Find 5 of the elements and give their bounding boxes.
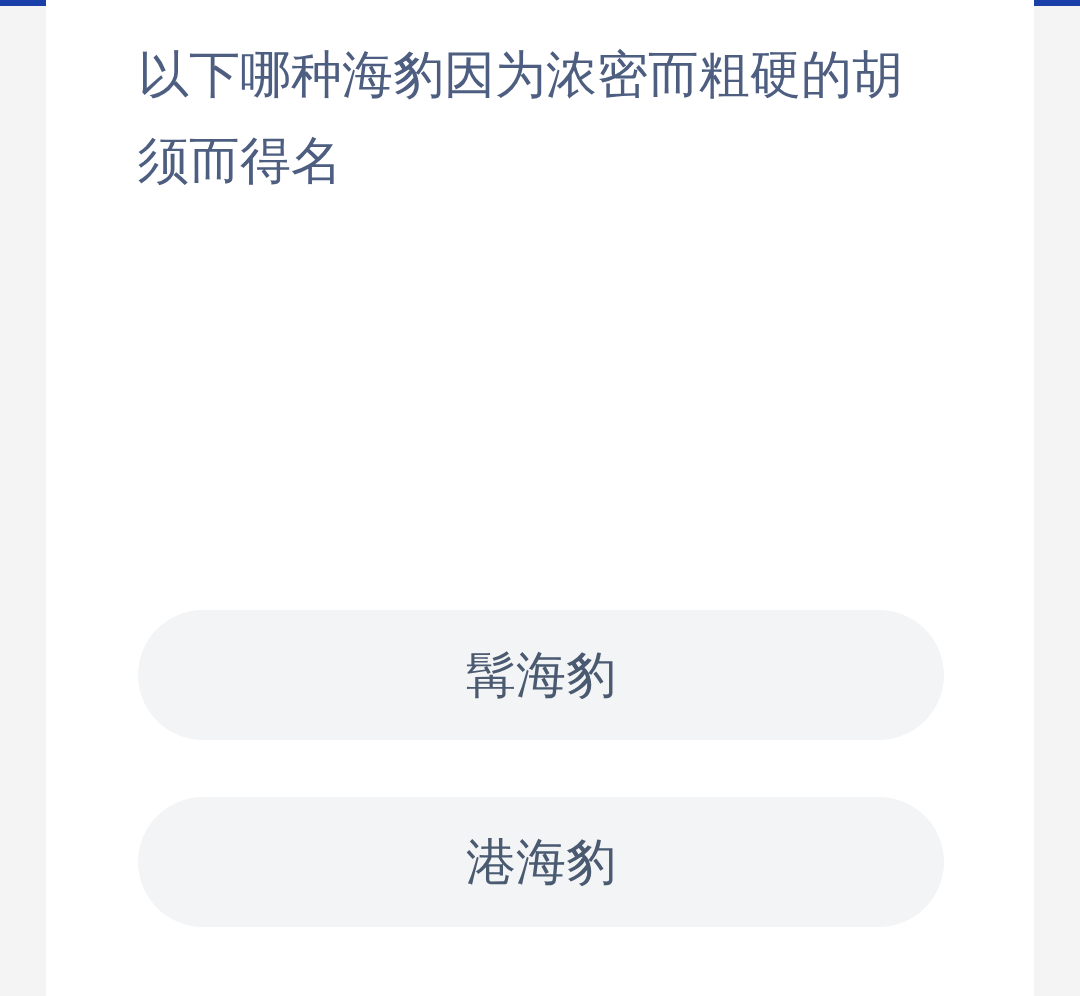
banner-edge	[0, 0, 46, 6]
question-text: 以下哪种海豹因为浓密而粗硬的胡须而得名	[138, 44, 904, 192]
answer-option[interactable]: 髯海豹	[138, 610, 944, 740]
banner-edge	[1034, 0, 1080, 6]
answer-option[interactable]: 港海豹	[138, 797, 944, 927]
